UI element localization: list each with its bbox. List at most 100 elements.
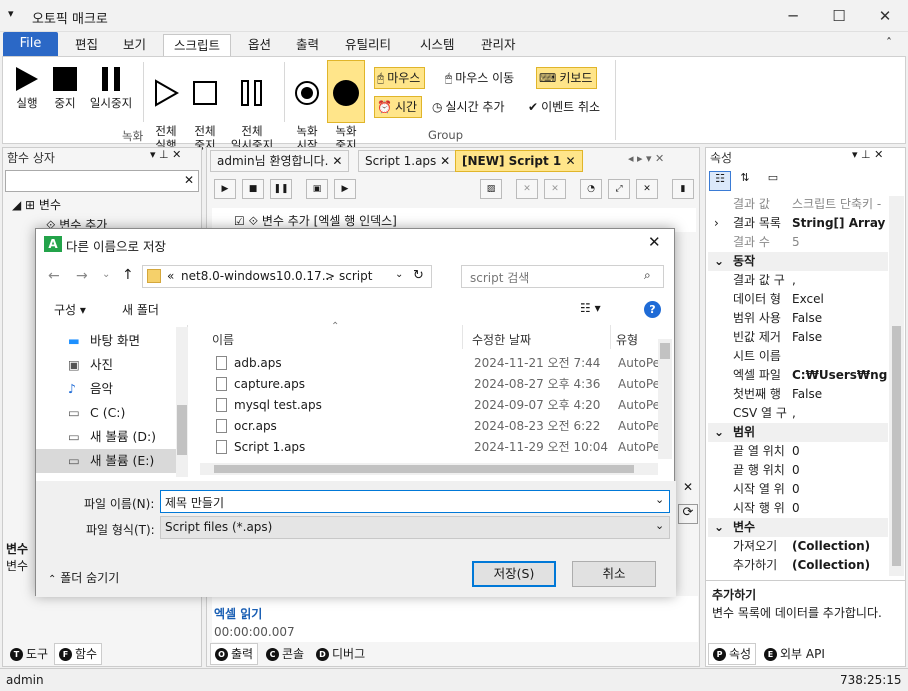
property-value[interactable]: 0 bbox=[792, 442, 800, 461]
panel-pin-icon[interactable]: ▾ ⊥ ✕ bbox=[852, 148, 883, 161]
filename-input[interactable]: 제목 만들기 ⌄ bbox=[160, 490, 670, 513]
tab-system[interactable]: 시스템 bbox=[410, 34, 465, 56]
history-dropdown-icon[interactable]: ⌄ bbox=[102, 269, 110, 280]
tab-view[interactable]: 보기 bbox=[113, 34, 156, 56]
property-row[interactable]: 데이터 형 Excel bbox=[708, 290, 888, 309]
keyboard-toggle[interactable]: ⌨ 키보드 bbox=[536, 67, 598, 89]
editor-run-button[interactable]: ▶ bbox=[214, 179, 236, 199]
refresh-icon[interactable]: ⟳ bbox=[678, 504, 698, 524]
back-icon[interactable]: ← bbox=[48, 268, 60, 284]
mouse-toggle[interactable]: 🖰 마우스 bbox=[374, 67, 426, 89]
hide-folders-toggle[interactable]: ⌃ 폴더 숨기기 bbox=[48, 569, 119, 586]
property-value[interactable]: False bbox=[792, 328, 822, 347]
property-row[interactable]: 범위 사용 False bbox=[708, 309, 888, 328]
tab-console[interactable]: C 콘솔 bbox=[262, 643, 308, 665]
pause-button[interactable]: 일시중지 bbox=[86, 64, 136, 110]
nav-item[interactable]: ▣ 사진 bbox=[36, 353, 176, 377]
tab-functions[interactable]: F 함수 bbox=[54, 643, 103, 665]
doc-nav-icons[interactable]: ◂ ▸ ▾ ✕ bbox=[628, 152, 664, 165]
record-stop-button[interactable]: 녹화 중지 bbox=[327, 60, 365, 152]
output-close-icon[interactable]: ✕ bbox=[678, 480, 698, 500]
categorized-icon[interactable]: ☷ bbox=[709, 171, 731, 191]
properties-scrollbar[interactable] bbox=[889, 196, 904, 576]
tab-tools[interactable]: T 도구 bbox=[6, 643, 52, 665]
property-row[interactable]: 결과 값 스크립트 단축키 - bbox=[708, 195, 888, 214]
property-value[interactable]: 0 bbox=[792, 461, 800, 480]
filetype-select[interactable]: Script files (*.aps) ⌄ bbox=[160, 516, 670, 539]
property-value[interactable]: (Collection) bbox=[792, 556, 870, 575]
breadcrumb-item[interactable]: script bbox=[339, 269, 372, 283]
script-line[interactable]: ☑ ⟐ 변수 추가 [엑셀 행 인덱스] bbox=[234, 212, 397, 229]
nav-item[interactable]: ▬ 바탕 화면 bbox=[36, 329, 176, 353]
editor-pause-button[interactable]: ❚❚ bbox=[270, 179, 292, 199]
doc-tab-script1[interactable]: Script 1.aps ✕ bbox=[358, 150, 458, 172]
property-value[interactable]: 0 bbox=[792, 499, 800, 518]
property-row[interactable]: 시작 행 위 0 bbox=[708, 499, 888, 518]
property-value[interactable]: String[] Array bbox=[792, 214, 885, 233]
forward-icon[interactable]: → bbox=[76, 268, 88, 284]
editor-image-button[interactable]: ▨ bbox=[480, 179, 502, 199]
editor-step-button[interactable]: ▣ bbox=[306, 179, 328, 199]
chevron-down-icon[interactable]: ⌄ bbox=[655, 493, 664, 506]
new-folder-button[interactable]: 새 폴더 bbox=[122, 301, 159, 318]
function-search-input[interactable]: ✕ bbox=[5, 170, 199, 192]
nav-item[interactable]: ▭ 새 볼륨 (E:) bbox=[36, 449, 176, 473]
category-collapse-icon[interactable]: ⌄ bbox=[714, 518, 724, 537]
property-row[interactable]: 빈값 제거 False bbox=[708, 328, 888, 347]
file-row[interactable]: mysql test.aps 2024-09-07 오후 4:20 AutoPea bbox=[192, 395, 658, 416]
up-folder-icon[interactable]: ↑ bbox=[122, 267, 134, 283]
property-value[interactable]: , bbox=[792, 271, 796, 290]
property-category[interactable]: ⌄ 동작 bbox=[708, 252, 888, 271]
file-row[interactable]: capture.aps 2024-08-27 오후 4:36 AutoPea bbox=[192, 374, 658, 395]
property-row[interactable]: 첫번째 행 False bbox=[708, 385, 888, 404]
cancel-button[interactable]: 취소 bbox=[572, 561, 656, 587]
doc-tab-welcome[interactable]: admin님 환영합니다. ✕ bbox=[210, 150, 350, 172]
chevron-down-icon[interactable]: ⌄ bbox=[655, 519, 664, 532]
app-menu-icon[interactable]: ▾ bbox=[8, 7, 14, 20]
property-value[interactable]: Excel bbox=[792, 290, 824, 309]
file-row[interactable]: Script 1.aps 2024-11-29 오전 10:04 AutoPea bbox=[192, 437, 658, 458]
time-toggle[interactable]: ⏰ 시간 bbox=[374, 96, 423, 118]
property-value[interactable]: 5 bbox=[792, 233, 800, 252]
tab-output[interactable]: 출력 bbox=[286, 34, 329, 56]
property-row[interactable]: 결과 값 구, bbox=[708, 271, 888, 290]
tab-edit[interactable]: 편집 bbox=[65, 34, 108, 56]
property-row[interactable]: CSV 열 구, bbox=[708, 404, 888, 423]
run-button[interactable]: 실행 bbox=[10, 64, 44, 110]
editor-x1-button[interactable]: ✕ bbox=[516, 179, 538, 199]
editor-collapse-button[interactable]: ✕ bbox=[636, 179, 658, 199]
close-tab-icon[interactable]: ✕ bbox=[565, 154, 575, 168]
event-cancel-toggle[interactable]: ✔ 이벤트 취소 bbox=[526, 96, 604, 118]
editor-stop-button[interactable]: ■ bbox=[242, 179, 264, 199]
ribbon-collapse-icon[interactable]: ˆ bbox=[886, 36, 892, 50]
editor-reset-button[interactable]: ◔ bbox=[580, 179, 602, 199]
property-row[interactable]: 가져오기 (Collection) bbox=[708, 537, 888, 556]
file-row[interactable]: adb.aps 2024-11-21 오전 7:44 AutoPea bbox=[192, 353, 658, 374]
refresh-icon[interactable]: ↻ bbox=[413, 268, 424, 283]
file-row[interactable]: ocr.aps 2024-08-23 오전 6:22 AutoPea bbox=[192, 416, 658, 437]
nav-item[interactable]: ▭ C (C:) bbox=[36, 401, 176, 425]
tab-output-panel[interactable]: O 출력 bbox=[210, 643, 259, 665]
property-row[interactable]: 추가하기 (Collection) bbox=[708, 556, 888, 575]
scrollbar-thumb[interactable] bbox=[177, 405, 187, 455]
close-tab-icon[interactable]: ✕ bbox=[440, 154, 450, 168]
tab-admin[interactable]: 관리자 bbox=[471, 34, 526, 56]
editor-delete-button[interactable]: ▮ bbox=[672, 179, 694, 199]
search-icon[interactable]: ⌕ bbox=[644, 268, 651, 283]
property-value[interactable]: 0 bbox=[792, 480, 800, 499]
sort-az-icon[interactable]: ⇅ bbox=[734, 171, 756, 191]
tree-node-variable[interactable]: ◢ ⊞ 변수 bbox=[12, 196, 61, 213]
maximize-button[interactable]: ☐ bbox=[816, 0, 862, 32]
file-scrollbar[interactable] bbox=[658, 339, 672, 459]
tab-external-api[interactable]: E 외부 API bbox=[760, 643, 829, 665]
minimize-button[interactable]: ─ bbox=[770, 0, 816, 32]
address-bar[interactable]: « net8.0-windows10.0.17... > script ⌄ ↻ bbox=[142, 265, 432, 288]
scrollbar-thumb[interactable] bbox=[214, 465, 634, 473]
property-row[interactable]: 끝 행 위치 0 bbox=[708, 461, 888, 480]
property-row[interactable]: 결과 수 5 bbox=[708, 233, 888, 252]
scrollbar-thumb[interactable] bbox=[660, 343, 670, 359]
expand-icon[interactable]: › bbox=[714, 214, 719, 233]
tab-file[interactable]: File bbox=[3, 32, 58, 56]
view-options-icon[interactable]: ☷ ▾ bbox=[580, 301, 601, 315]
property-value[interactable]: (Collection) bbox=[792, 537, 870, 556]
